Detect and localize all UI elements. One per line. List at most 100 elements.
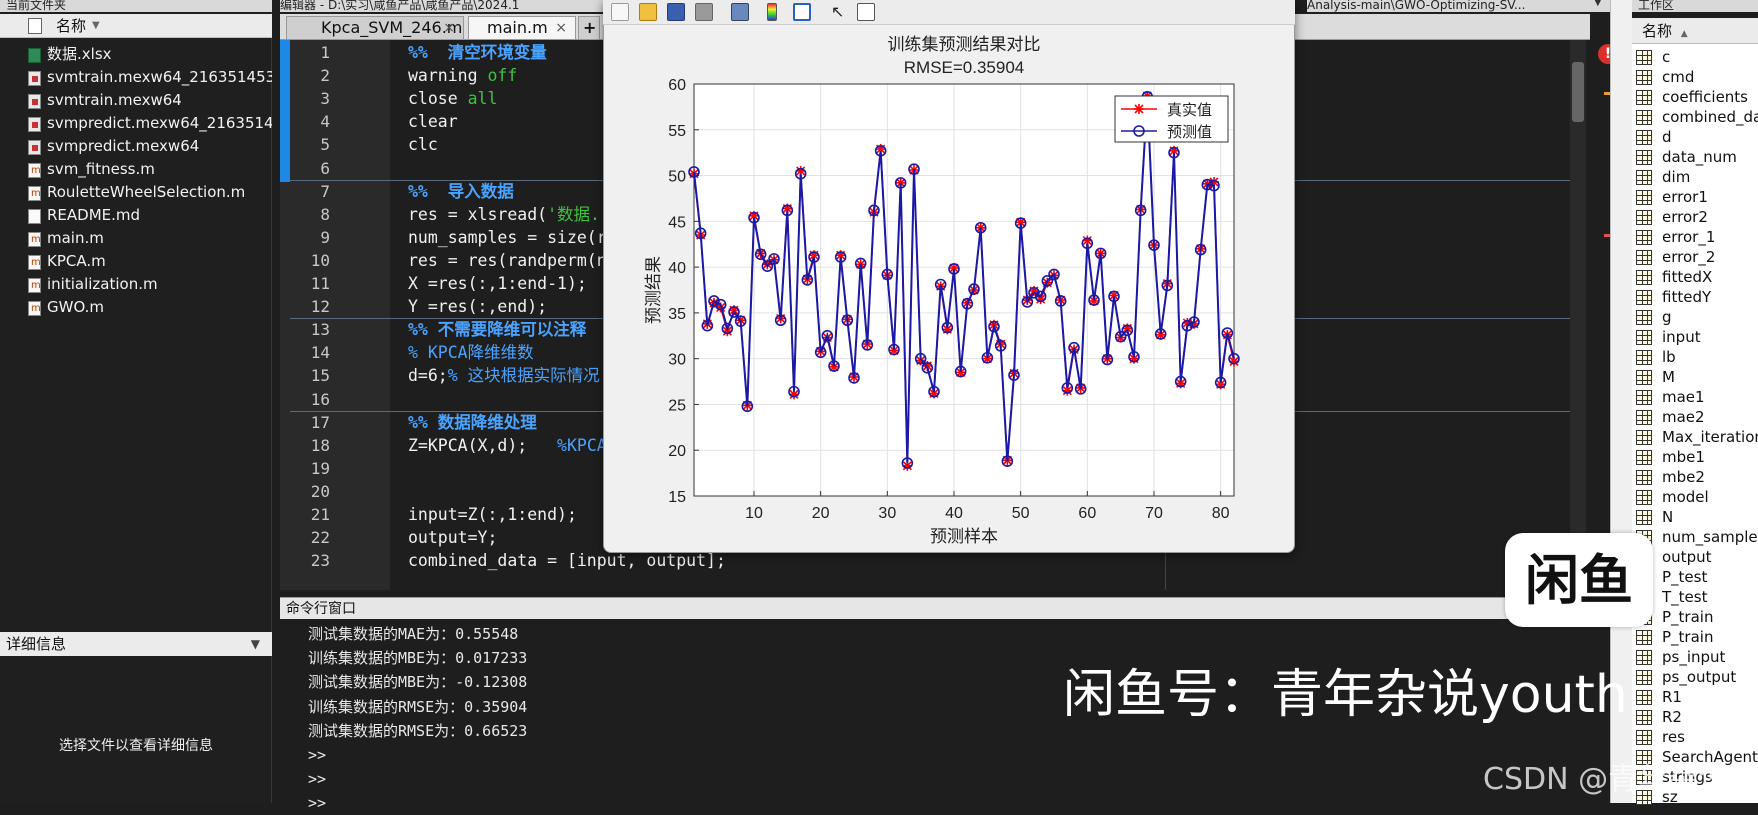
new-tab-button[interactable]: +	[578, 16, 600, 40]
variable-name-column-header[interactable]: 名称	[1642, 22, 1672, 40]
workspace-variable[interactable]: P_train	[1636, 607, 1758, 627]
workspace-variable[interactable]: input	[1636, 327, 1758, 347]
export-icon[interactable]	[731, 3, 749, 21]
workspace-variable[interactable]: data_num	[1636, 147, 1758, 167]
workspace-variable[interactable]: output	[1636, 547, 1758, 567]
command-prompt[interactable]: >>	[308, 743, 326, 767]
tab-label: Kpca_SVM_246.m	[321, 18, 463, 37]
file-item[interactable]: main.m	[0, 228, 272, 249]
file-name-column-header[interactable]: 名称	[56, 14, 86, 38]
code-line[interactable]: res = res(randperm(n	[408, 249, 607, 272]
workspace-variable[interactable]: g	[1636, 307, 1758, 327]
code-line[interactable]: %% 数据降维处理	[408, 411, 537, 434]
command-prompt[interactable]: >>	[308, 767, 326, 791]
workspace-variable[interactable]: R1	[1636, 687, 1758, 707]
tab-main-m[interactable]: main.m ×	[468, 16, 576, 40]
code-line[interactable]: input=Z(:,1:end);	[408, 503, 577, 526]
file-item[interactable]: 数据.xlsx	[0, 44, 272, 65]
editor-scrollbar[interactable]	[1570, 40, 1586, 590]
property-editor-icon[interactable]	[857, 3, 875, 21]
command-output-line: 测试集数据的RMSE为：0.66523	[308, 721, 528, 740]
line-number: 13	[310, 320, 330, 340]
code-line[interactable]: num_samples = size(r	[408, 226, 607, 249]
code-text: close	[408, 89, 468, 109]
file-item[interactable]: svmpredict.mexw64_2163514...	[0, 113, 272, 134]
workspace-variable[interactable]: mae1	[1636, 387, 1758, 407]
workspace-variable[interactable]: c	[1636, 47, 1758, 67]
workspace-variable[interactable]: N	[1636, 507, 1758, 527]
code-line[interactable]: clear	[408, 110, 458, 133]
workspace-variable[interactable]: coefficients	[1636, 87, 1758, 107]
workspace-variable[interactable]: ps_input	[1636, 647, 1758, 667]
save-icon[interactable]	[667, 3, 685, 21]
close-icon[interactable]: ×	[443, 17, 455, 39]
workspace-variable[interactable]: mbe2	[1636, 467, 1758, 487]
code-line[interactable]: Z=KPCA(X,d); %KPCA	[408, 434, 607, 457]
file-item[interactable]: README.md	[0, 205, 272, 226]
variable-name: lb	[1662, 348, 1676, 366]
workspace-variable[interactable]: model	[1636, 487, 1758, 507]
workspace-variable[interactable]: error_2	[1636, 247, 1758, 267]
file-list-header[interactable]: 名称 ▼	[0, 14, 272, 38]
code-line[interactable]: close all	[408, 87, 497, 110]
code-line[interactable]: warning off	[408, 64, 517, 87]
workspace-variable[interactable]: mbe1	[1636, 447, 1758, 467]
file-item[interactable]: RouletteWheelSelection.m	[0, 182, 272, 203]
legend-icon[interactable]	[793, 3, 811, 21]
workspace-variable[interactable]: dim	[1636, 167, 1758, 187]
print-icon[interactable]	[695, 3, 713, 21]
workspace-variable[interactable]: T_test	[1636, 587, 1758, 607]
code-line[interactable]: %% 导入数据	[408, 180, 514, 203]
colorbar-icon[interactable]	[767, 3, 777, 21]
close-icon[interactable]: ×	[555, 17, 567, 39]
workspace-variable[interactable]: res	[1636, 727, 1758, 747]
file-item[interactable]: KPCA.m	[0, 251, 272, 272]
workspace-variable[interactable]: M	[1636, 367, 1758, 387]
variable-icon	[1636, 50, 1652, 65]
code-line[interactable]: %% 不需要降维可以注释	[408, 318, 586, 341]
chevron-down-icon[interactable]: ▼	[251, 632, 260, 656]
file-item[interactable]: svmtrain.mexw64_216351453...	[0, 67, 272, 88]
command-prompt[interactable]: >>	[308, 791, 326, 815]
workspace-variable[interactable]: mae2	[1636, 407, 1758, 427]
chevron-down-icon[interactable]: ▼	[1594, 0, 1602, 8]
code-line[interactable]: output=Y;	[408, 526, 497, 549]
workspace-variable[interactable]: Max_iteration	[1636, 427, 1758, 447]
code-line[interactable]: d=6;% 这块根据实际情况	[408, 364, 600, 387]
code-line[interactable]: Y =res(:,end);	[408, 295, 547, 318]
code-line[interactable]: res = xlsread('数据.	[408, 203, 600, 226]
workspace-variable[interactable]: combined_da	[1636, 107, 1758, 127]
workspace-variable[interactable]: error2	[1636, 207, 1758, 227]
workspace-header[interactable]: 名称 ▲	[1632, 18, 1758, 44]
workspace-variable[interactable]: error1	[1636, 187, 1758, 207]
workspace-variable[interactable]: P_test	[1636, 567, 1758, 587]
workspace-variable[interactable]: d	[1636, 127, 1758, 147]
details-panel-header[interactable]: 详细信息 ▼	[0, 632, 272, 656]
code-line[interactable]: X =res(:,1:end-1);	[408, 272, 587, 295]
workspace-variable[interactable]: cmd	[1636, 67, 1758, 87]
code-line[interactable]: %% 清空环境变量	[408, 41, 547, 64]
pointer-icon[interactable]: ↖	[831, 3, 849, 21]
file-item[interactable]: svmpredict.mexw64	[0, 136, 272, 157]
file-item[interactable]: initialization.m	[0, 274, 272, 295]
tab-kpca-svm[interactable]: Kpca_SVM_246.m ×	[286, 16, 464, 40]
editor-scrollbar-thumb[interactable]	[1572, 62, 1584, 122]
workspace-variable[interactable]: R2	[1636, 707, 1758, 727]
code-line[interactable]: % KPCA降维维数	[408, 341, 534, 364]
new-figure-icon[interactable]	[611, 3, 629, 21]
workspace-variable[interactable]: error_1	[1636, 227, 1758, 247]
workspace-variable[interactable]: fittedX	[1636, 267, 1758, 287]
file-item[interactable]: svmtrain.mexw64	[0, 90, 272, 111]
workspace-variable[interactable]: fittedY	[1636, 287, 1758, 307]
file-item[interactable]: GWO.m	[0, 297, 272, 318]
open-icon[interactable]	[639, 3, 657, 21]
code-line[interactable]: clc	[408, 133, 438, 156]
variable-name: fittedX	[1662, 268, 1713, 286]
plot-area	[694, 84, 1234, 496]
workspace-variable[interactable]: num_samples	[1636, 527, 1758, 547]
workspace-variable[interactable]: P_train	[1636, 627, 1758, 647]
legend-label: 真实值	[1167, 101, 1212, 119]
workspace-variable[interactable]: ps_output	[1636, 667, 1758, 687]
workspace-variable[interactable]: lb	[1636, 347, 1758, 367]
file-item[interactable]: svm_fitness.m	[0, 159, 272, 180]
